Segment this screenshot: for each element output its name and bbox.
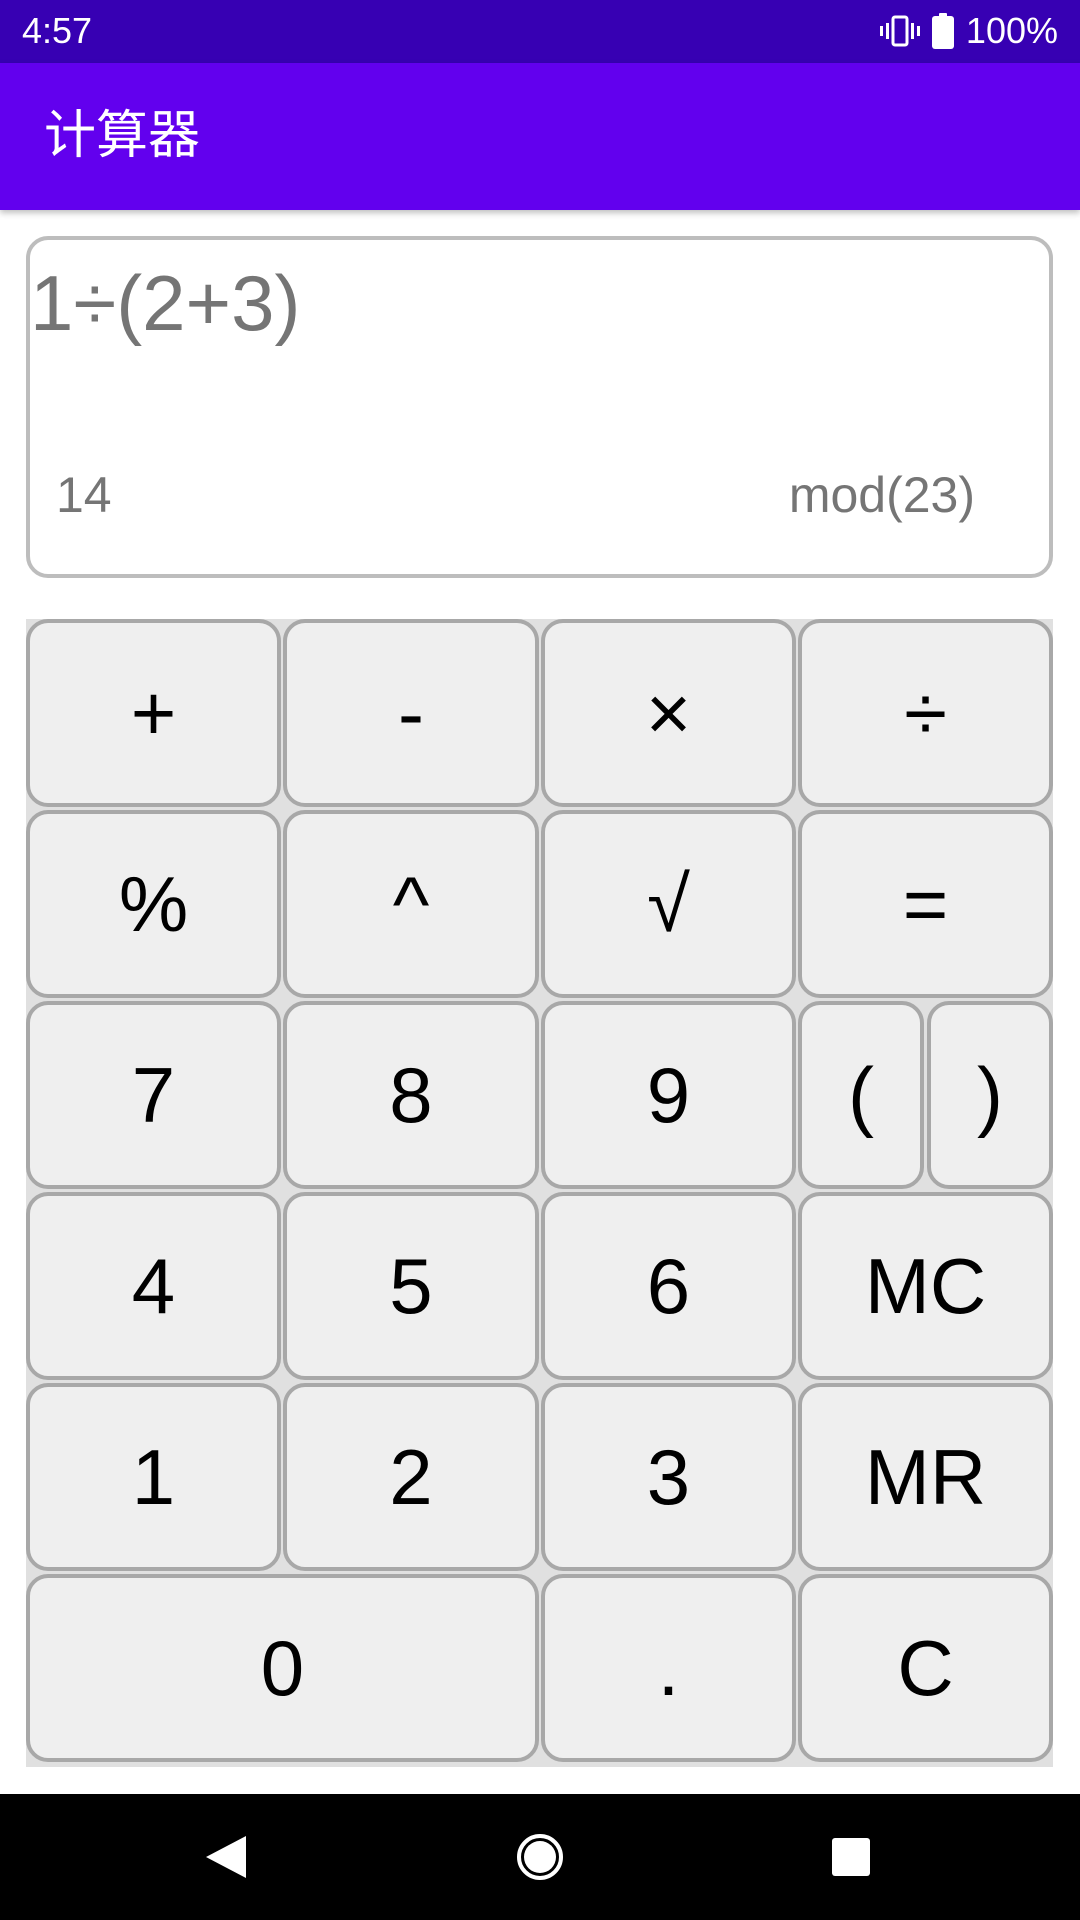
equals-button[interactable]: = [798,810,1053,998]
app-bar: 计算器 [0,63,1080,210]
percent-button[interactable]: % [26,810,281,998]
sqrt-button[interactable]: √ [541,810,796,998]
digit-5-button[interactable]: 5 [283,1192,539,1380]
digit-4-button[interactable]: 4 [26,1192,281,1380]
battery-percent: 100% [965,10,1058,51]
mod-result: mod(23) [788,467,975,523]
open-paren-button[interactable]: ( [798,1001,924,1189]
digit-7-button[interactable]: 7 [26,1001,281,1189]
back-triangle-icon[interactable] [166,1794,286,1920]
divide-button[interactable]: ÷ [798,619,1053,807]
clear-button[interactable]: C [798,1574,1053,1762]
digit-8-button[interactable]: 8 [283,1001,539,1189]
multiply-button[interactable]: × [541,619,796,807]
app-title: 计算器 [44,106,201,166]
expression-text: 1÷(2+3) [30,259,301,347]
close-paren-button[interactable]: ) [927,1001,1053,1189]
digit-2-button[interactable]: 2 [283,1383,539,1571]
minus-button[interactable]: - [283,619,539,807]
vibrate-icon [879,14,920,48]
digit-0-button[interactable]: 0 [26,1574,539,1762]
memory-clear-button[interactable]: MC [798,1192,1053,1380]
memory-recall-button[interactable]: MR [798,1383,1053,1571]
battery-full-icon [931,13,954,49]
status-time: 4:57 [22,10,93,51]
navigation-bar [0,1794,1080,1920]
digit-1-button[interactable]: 1 [26,1383,281,1571]
calculator-display[interactable]: 1÷(2+3) 14 mod(23) [26,236,1053,578]
plus-button[interactable]: + [26,619,281,807]
digit-6-button[interactable]: 6 [541,1192,796,1380]
status-bar: 4:57 100% [0,0,1080,63]
power-button[interactable]: ^ [283,810,539,998]
keypad: + - × ÷ % ^ √ = 7 8 9 ( ) 4 5 6 MC 1 2 3… [26,619,1053,1767]
home-circle-icon[interactable] [480,1794,600,1920]
recents-square-icon[interactable] [791,1794,911,1920]
digit-3-button[interactable]: 3 [541,1383,796,1571]
status-icons: 100% [879,8,1058,54]
memory-value: 14 [56,467,112,523]
digit-9-button[interactable]: 9 [541,1001,796,1189]
decimal-point-button[interactable]: . [541,1574,796,1762]
